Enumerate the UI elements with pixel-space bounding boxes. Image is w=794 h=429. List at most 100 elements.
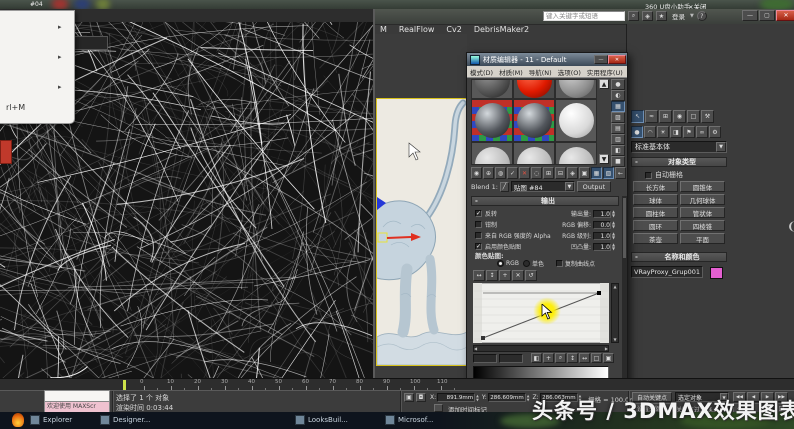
viewport[interactable]	[376, 98, 468, 366]
output-checkbox[interactable]	[475, 232, 482, 239]
object-type-button[interactable]: 平面	[680, 233, 725, 244]
material-menu-item[interactable]: 实用程序(U)	[584, 67, 626, 77]
copy-curve-points[interactable]: 复制曲线点	[555, 259, 595, 268]
subcategory-icon[interactable]: ◠	[644, 126, 656, 138]
window-minimize-button[interactable]: —	[742, 10, 758, 21]
panel-resize-grip[interactable]: ❨	[787, 220, 794, 233]
color-swatch-red[interactable]	[0, 140, 12, 164]
subcategory-icon[interactable]: ◨	[670, 126, 682, 138]
curve-nav-icon[interactable]: +	[543, 353, 554, 363]
time-slider-marker[interactable]	[123, 380, 126, 390]
object-name-field[interactable]: VRayProxy_Grup001	[631, 266, 703, 278]
favorites-star-icon[interactable]: ★	[656, 11, 667, 21]
color-map-radio[interactable]: 单色	[522, 259, 544, 268]
spinner-arrows-icon[interactable]: ▲ ▼	[612, 231, 619, 240]
sample-slot[interactable]	[513, 142, 555, 165]
material-tool-icon[interactable]: ▧	[603, 167, 614, 179]
output-checkbox[interactable]: ✓	[475, 210, 482, 217]
object-type-button[interactable]: 茶壶	[633, 233, 678, 244]
menu-item-debrismaker2[interactable]: DebrisMaker2	[468, 25, 535, 34]
autogrid-checkbox[interactable]	[645, 171, 652, 179]
material-tool-icon[interactable]: ⊟	[555, 167, 566, 179]
selection-lock-icon[interactable]: ◘	[416, 393, 426, 402]
sample-tool-icon[interactable]: ■	[611, 156, 625, 167]
material-tool-icon[interactable]: ✓	[507, 167, 518, 179]
object-type-rollout-header[interactable]: - 对象类型	[631, 157, 727, 167]
eyedropper-icon[interactable]: ╱	[499, 181, 509, 192]
sample-tool-icon[interactable]: ▥	[611, 134, 625, 145]
sample-slot[interactable]	[513, 99, 555, 142]
sample-slot[interactable]	[555, 99, 597, 142]
isolate-toggle-icon[interactable]: ▣	[404, 393, 414, 402]
window-close-button[interactable]: ✕	[776, 10, 794, 21]
search-icon[interactable]: ⌕	[628, 11, 639, 21]
subcategory-icon[interactable]: ⚙	[709, 126, 721, 138]
sample-slot[interactable]	[471, 79, 513, 99]
object-type-button[interactable]: 几何球体	[680, 194, 725, 205]
spin-down-icon[interactable]: ▼	[527, 398, 530, 402]
notification-close-button[interactable]: ×关闭	[688, 1, 706, 9]
menu-item-cv2[interactable]: Cv2	[440, 25, 467, 34]
spin-down-icon[interactable]: ▼	[612, 246, 619, 251]
object-color-swatch[interactable]	[710, 267, 723, 279]
sample-tool-icon[interactable]: ▤	[611, 123, 625, 134]
curve-y-field[interactable]	[499, 354, 523, 363]
command-tab-icon[interactable]: ≈	[645, 110, 658, 123]
command-tab-icon[interactable]: ⚒	[701, 110, 714, 123]
spinner-arrows-icon[interactable]: ▲ ▼	[612, 242, 619, 251]
curve-nav-icon[interactable]: ⌕	[555, 353, 566, 363]
maxscript-listener[interactable]: 欢迎使用 MAXScr	[44, 390, 110, 413]
infocenter-search-input[interactable]: 键入关键字或短语	[543, 11, 625, 21]
curve-tool-icon[interactable]: ✕	[512, 270, 524, 281]
spin-down-icon[interactable]: ▼	[612, 213, 619, 218]
material-editor-title-bar[interactable]: 材质编辑器 - 11 - Default — ✕	[467, 53, 627, 66]
curve-h-scrollbar[interactable]: ◀ ▶	[473, 345, 609, 352]
subcategory-icon[interactable]: ∞	[696, 126, 708, 138]
material-menu-item[interactable]: 模式(D)	[467, 67, 496, 77]
output-spinner-value[interactable]: 1.0	[593, 242, 611, 251]
command-tab-icon[interactable]: ◉	[673, 110, 686, 123]
subcategory-icon[interactable]: ☀	[657, 126, 669, 138]
spinner-arrows-icon[interactable]: ▲ ▼	[527, 394, 530, 402]
color-map-radio[interactable]: RGB	[497, 260, 519, 267]
taskbar-flame-icon[interactable]	[12, 413, 24, 427]
output-spinner-value[interactable]: 1.0	[593, 231, 611, 240]
category-dropdown[interactable]: 标准基本体 ▼	[631, 141, 727, 153]
command-tab-icon[interactable]: ⊞	[659, 110, 672, 123]
curve-x-field[interactable]	[473, 354, 497, 363]
material-tool-icon[interactable]: ◍	[495, 167, 506, 179]
communication-center-icon[interactable]: ◈	[642, 11, 653, 21]
output-spinner-value[interactable]: 1.0	[593, 209, 611, 218]
material-editor-minimize-button[interactable]: —	[594, 55, 608, 64]
curve-nav-icon[interactable]: □	[591, 353, 602, 363]
sample-slot[interactable]	[513, 79, 555, 99]
curve-tool-icon[interactable]: +	[499, 270, 511, 281]
curve-nav-icon[interactable]: ◧	[531, 353, 542, 363]
material-menu-item[interactable]: 选项(O)	[555, 67, 584, 77]
object-type-button[interactable]: 圆柱体	[633, 207, 678, 218]
curve-nav-icon[interactable]: ↔	[579, 353, 590, 363]
sample-tool-icon[interactable]: ▨	[611, 112, 625, 123]
sample-slot[interactable]	[471, 142, 513, 165]
coordinate-value[interactable]: 891.9mm	[437, 393, 476, 402]
help-icon[interactable]: ?	[696, 11, 707, 21]
sample-slot[interactable]	[471, 99, 513, 142]
material-tool-icon[interactable]: ◌	[531, 167, 542, 179]
material-menu-item[interactable]: 材质(M)	[496, 67, 526, 77]
menu-item-m[interactable]: M	[374, 25, 393, 34]
material-tool-icon[interactable]: ▣	[579, 167, 590, 179]
menu-item-realflow[interactable]: RealFlow	[393, 25, 441, 34]
rollout-scrollbar[interactable]	[622, 196, 627, 392]
copy-curve-checkbox[interactable]	[555, 260, 563, 267]
menu-shortcut-label[interactable]: rl+M	[6, 103, 25, 112]
curve-nav-icon[interactable]: ↕	[567, 353, 578, 363]
material-tool-icon[interactable]: ✕	[519, 167, 530, 179]
sample-slot[interactable]	[555, 79, 597, 99]
material-tool-icon[interactable]: ⊕	[483, 167, 494, 179]
object-type-button[interactable]: 圆锥体	[680, 181, 725, 192]
output-spinner-value[interactable]: 0.0	[593, 220, 611, 229]
subcategory-icon[interactable]: ●	[631, 126, 643, 138]
object-type-button[interactable]: 四棱锥	[680, 220, 725, 231]
material-tool-icon[interactable]: ⊞	[543, 167, 554, 179]
object-type-button[interactable]: 管状体	[680, 207, 725, 218]
